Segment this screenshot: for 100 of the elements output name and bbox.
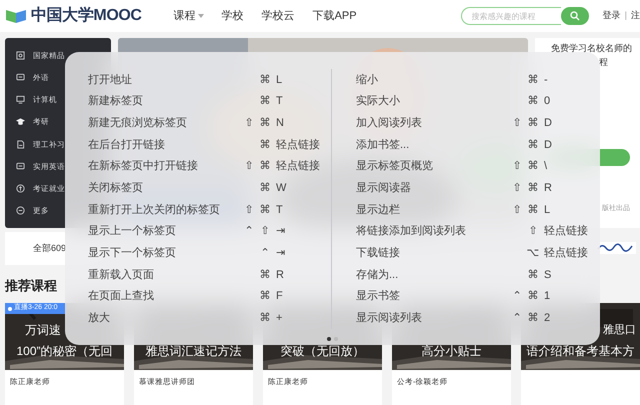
- section-title: 推荐课程: [5, 277, 57, 295]
- shortcut-label: 缩小: [356, 72, 378, 88]
- modifier-key: ⌘: [525, 180, 541, 197]
- login-link[interactable]: 登录: [602, 9, 621, 23]
- modifier-key: ⇧: [509, 114, 525, 132]
- shortcut-label: 在新标签页中打开链接: [88, 158, 198, 174]
- modifier-key: ⌘: [257, 180, 273, 197]
- intro-text: 免费学习名校名师的: [550, 42, 633, 55]
- modifier-key: ⌘: [257, 136, 273, 154]
- shortcut-label: 新建无痕浏览标签页: [88, 116, 187, 131]
- separator-text: |: [624, 9, 627, 22]
- shortcut-label: 在后台打开链接: [88, 138, 165, 153]
- shortcut-label: 显示标签页概览: [356, 159, 433, 174]
- search-button[interactable]: [560, 7, 589, 25]
- shortcut-key: ⇥: [273, 223, 331, 240]
- modifier-key: ⌘: [257, 114, 273, 132]
- modifier-key: ⇧: [241, 202, 257, 218]
- shortcut-label: 添加书签...: [356, 138, 410, 153]
- shortcut-label: 将链接添加到阅读列表: [356, 224, 466, 240]
- book-logo-icon: [5, 8, 27, 24]
- modifier-key: ⌃: [257, 245, 273, 262]
- modifier-key: ⌘: [525, 136, 541, 154]
- document-icon: [16, 140, 25, 149]
- chat-icon: [16, 72, 25, 82]
- more-icon: [16, 206, 25, 216]
- shortcut-label: 放大: [88, 311, 110, 326]
- shortcut-label: 新建标签页: [88, 94, 143, 110]
- modifier-key: ⌥: [525, 245, 541, 262]
- shortcut-label: 下载链接: [356, 246, 400, 262]
- nav-link[interactable]: 学校: [222, 8, 244, 24]
- modifier-key: ⌘: [257, 266, 273, 284]
- shortcut-label: 显示书签: [356, 289, 400, 304]
- shortcut-label: 关闭标签页: [88, 180, 143, 196]
- modifier-key: ⌘: [257, 158, 273, 175]
- modifier-key: ⌘: [257, 288, 273, 305]
- modifier-key: ⌃: [509, 288, 525, 305]
- modifier-key: ⌃: [241, 223, 257, 240]
- nav-link[interactable]: 课程: [174, 8, 204, 24]
- modifier-key: ⌘: [257, 72, 273, 88]
- modifier-key: ⌘: [525, 114, 541, 132]
- modifier-key: ⇧: [257, 223, 273, 240]
- shortcut-label: 显示边栏: [356, 202, 400, 218]
- modifier-key: ⌘: [525, 288, 541, 305]
- modifier-key: ⌘: [525, 310, 541, 327]
- register-link[interactable]: 注: [631, 9, 640, 23]
- shortcut-label: 重新载入页面: [88, 268, 154, 283]
- shortcut-key: \: [541, 158, 599, 175]
- shortcut-key: 0: [541, 93, 599, 110]
- shortcut-key: L: [273, 72, 331, 88]
- shortcut-key: 轻点链接: [541, 223, 599, 240]
- modifier-key: ⌘: [525, 202, 541, 218]
- shortcut-key: ⇥: [273, 245, 331, 262]
- modifier-key: ⇧: [241, 114, 257, 132]
- course-title: 万词速: [24, 322, 61, 339]
- modifier-key: ⇧: [525, 223, 541, 240]
- shortcut-key: T: [273, 202, 331, 218]
- shortcut-key: R: [273, 266, 331, 284]
- course-title: 雅思口: [603, 323, 637, 338]
- shortcut-key: R: [541, 180, 599, 197]
- course-title: 100”的秘密（无回: [15, 343, 114, 360]
- shortcut-key: W: [273, 180, 331, 197]
- modifier-key: ⇧: [509, 158, 525, 175]
- shortcut-key: -: [541, 72, 599, 88]
- shortcut-label: 加入阅读列表: [356, 116, 422, 131]
- shortcut-label: 打开地址: [88, 72, 132, 88]
- shortcut-key: S: [541, 266, 599, 284]
- course-title: 语介绍和备考基本方: [526, 343, 636, 360]
- modifier-key: ⌘: [525, 266, 541, 284]
- modifier-key: ⇧: [509, 202, 525, 218]
- shortcut-label: 在页面上查找: [88, 289, 154, 304]
- search-field[interactable]: 搜索感兴趣的课程: [460, 7, 561, 25]
- shortcut-label: 实际大小: [356, 94, 400, 110]
- modifier-key: ⌘: [525, 158, 541, 175]
- modifier-key: ⌘: [525, 72, 541, 88]
- shortcut-key: F: [273, 288, 331, 305]
- shortcut-key: 2: [541, 310, 599, 327]
- nav-link[interactable]: 下载APP: [312, 8, 357, 24]
- course-title: 突破（无回放）: [280, 343, 366, 360]
- shortcut-key: L: [541, 202, 599, 218]
- course-title: 雅思词汇速记方法: [144, 343, 242, 360]
- shortcut-label: 显示阅读器: [356, 181, 411, 196]
- shortcut-key: +: [273, 310, 331, 327]
- shortcut-key: N: [273, 114, 331, 132]
- shortcut-key: 1: [541, 288, 599, 305]
- modifier-key: ⇧: [241, 158, 257, 175]
- nav-link[interactable]: 学校云: [262, 8, 295, 24]
- search-icon: [570, 11, 580, 21]
- shortcut-key: D: [541, 136, 599, 154]
- shortcut-label: 重新打开上次关闭的标签页: [88, 202, 220, 218]
- modifier-key: ⌘: [257, 93, 273, 110]
- modifier-key: ⌘: [257, 202, 273, 218]
- course-title: 高分小贴士: [420, 343, 482, 360]
- shortcut-key: 轻点链接: [273, 158, 331, 175]
- coin-icon: [16, 184, 25, 194]
- modifier-key: ⌘: [525, 93, 541, 110]
- shortcut-key: D: [541, 114, 599, 132]
- site-logo[interactable]: 中国大学MOOC: [31, 4, 142, 28]
- modifier-key: ⇧: [509, 180, 525, 197]
- graduation-cap-icon: [16, 117, 25, 126]
- badge-icon: [16, 50, 25, 60]
